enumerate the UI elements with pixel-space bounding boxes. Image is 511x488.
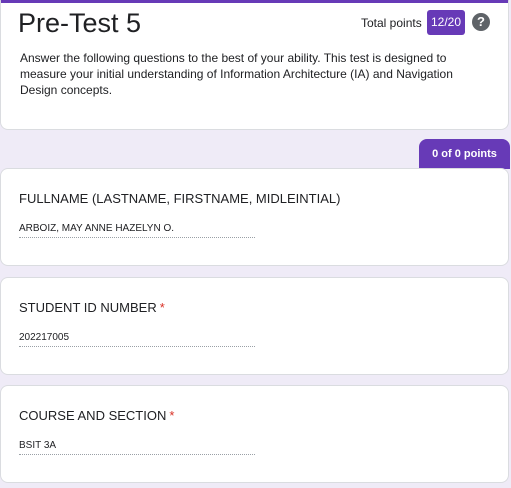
form-title: Pre-Test 5	[18, 8, 142, 38]
answer-field: BSIT 3A	[19, 440, 255, 455]
score-badge: 12/20	[427, 10, 465, 35]
question-title-text: COURSE AND SECTION	[19, 408, 167, 423]
total-points-label: Total points	[361, 16, 422, 30]
form-description: Answer the following questions to the be…	[20, 51, 453, 97]
section-points-badge: 0 of 0 points	[419, 139, 510, 169]
required-asterisk: *	[169, 408, 175, 423]
question-title: FULLNAME (LASTNAME, FIRSTNAME, MIDLEINTI…	[19, 191, 340, 206]
answer-field: ARBOIZ, MAY ANNE HAZELYN O.	[19, 223, 255, 238]
answer-field: 202217005	[19, 332, 255, 347]
question-title: STUDENT ID NUMBER *	[19, 300, 165, 315]
question-card-course-section: COURSE AND SECTION * BSIT 3A	[0, 385, 509, 483]
required-asterisk: *	[159, 300, 165, 315]
question-card-student-id: STUDENT ID NUMBER * 202217005	[0, 277, 509, 375]
question-title: COURSE AND SECTION *	[19, 408, 174, 423]
form-header-card: Pre-Test 5 Total points 12/20 ? Answer t…	[0, 0, 509, 130]
question-mark-icon[interactable]: ?	[472, 13, 490, 31]
question-title-text: FULLNAME (LASTNAME, FIRSTNAME, MIDLEINTI…	[19, 191, 341, 206]
question-title-text: STUDENT ID NUMBER	[19, 300, 157, 315]
question-card-fullname: FULLNAME (LASTNAME, FIRSTNAME, MIDLEINTI…	[0, 168, 509, 266]
